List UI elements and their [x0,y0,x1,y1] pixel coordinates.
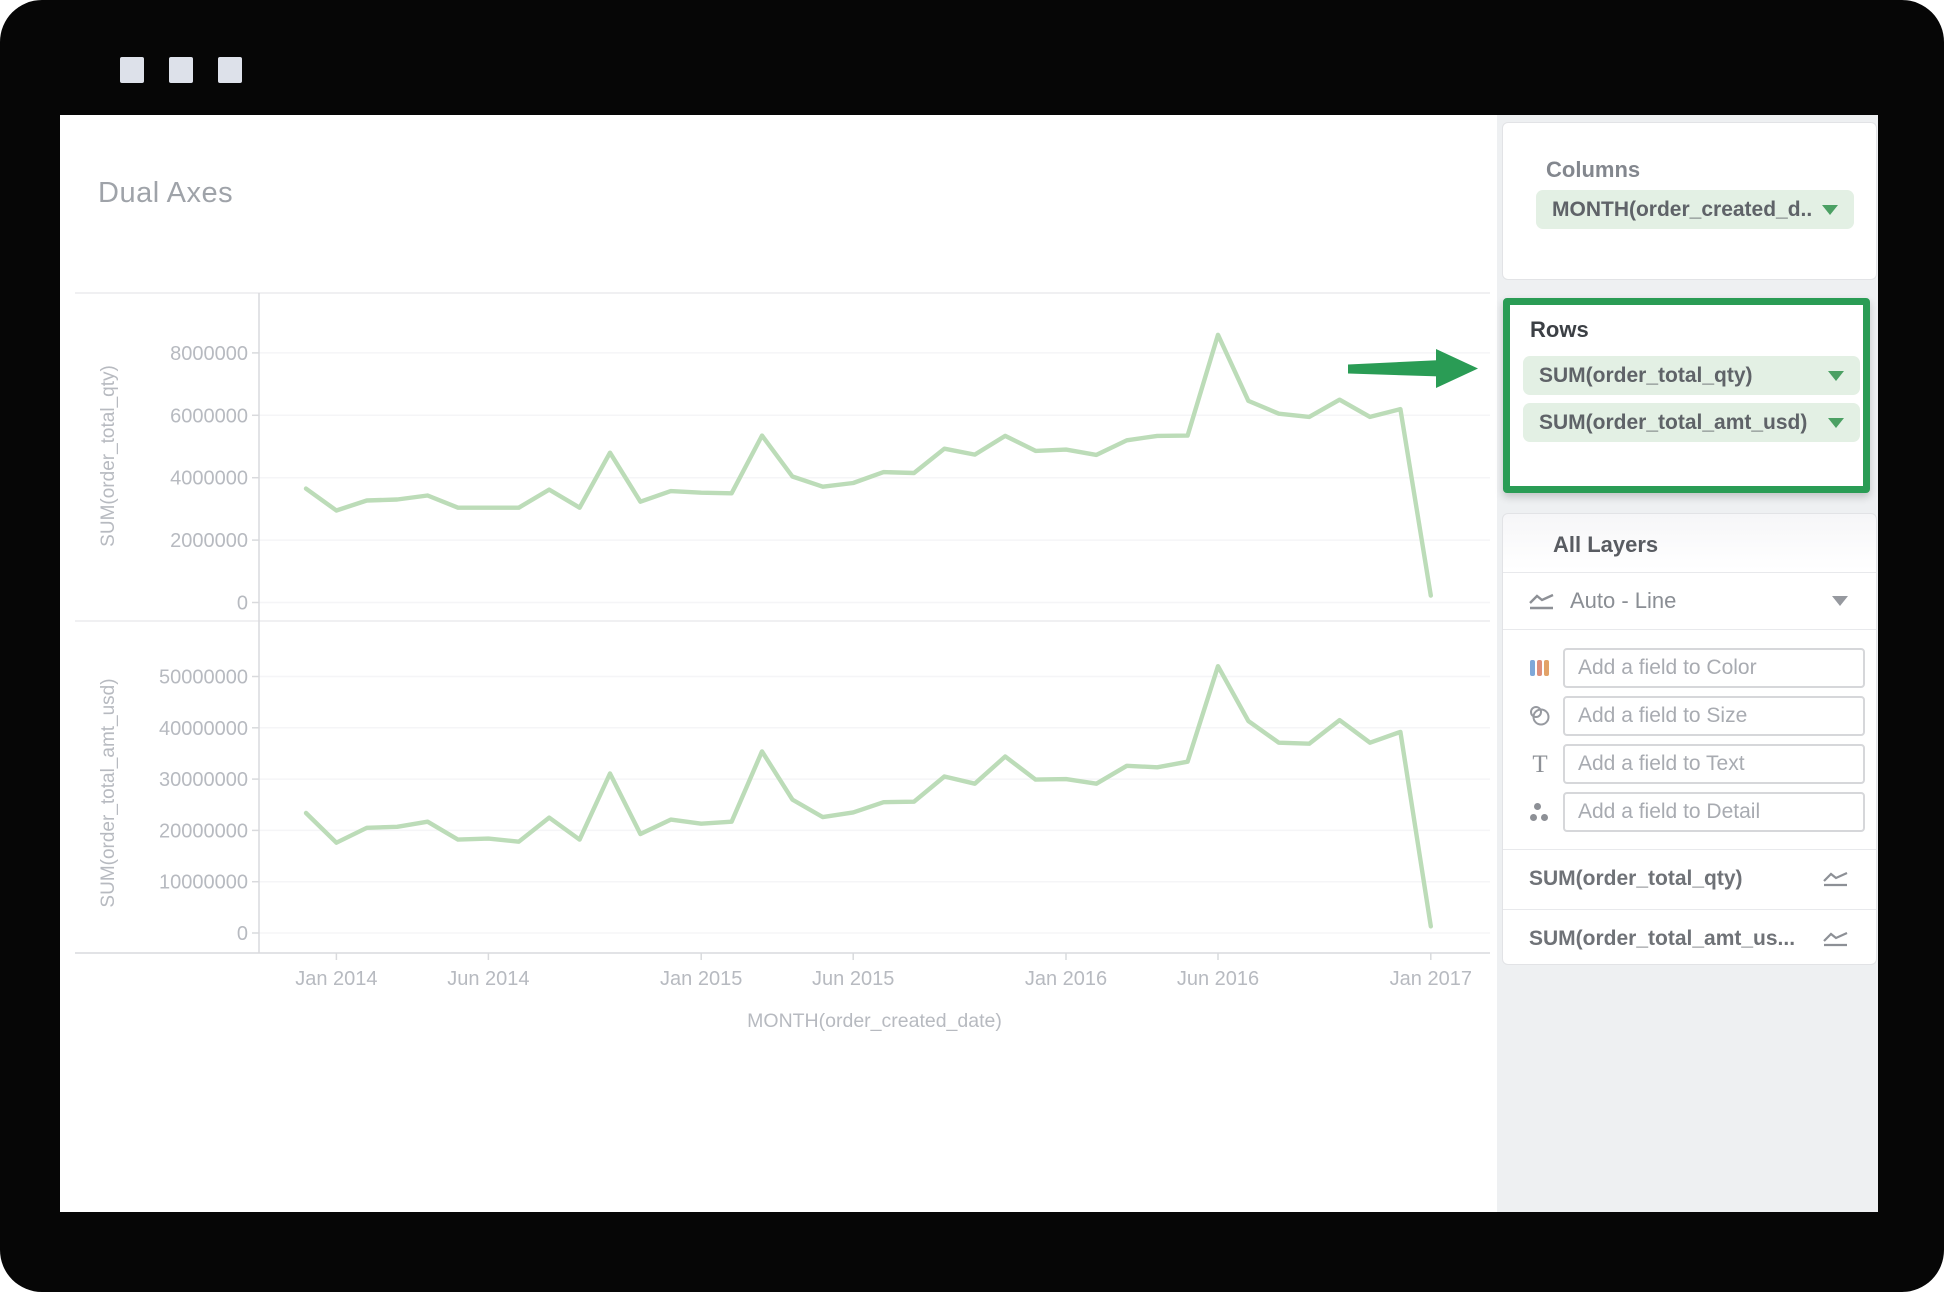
add-field-to-size-input[interactable] [1563,696,1865,736]
all-layers-panel: All Layers Auto - Line [1502,513,1877,965]
y-tick-label: 0 [237,923,248,945]
window-control-square-3[interactable] [218,57,242,83]
x-tick-label: Jun 2016 [1177,968,1259,990]
y-tick-label: 4000000 [170,468,248,490]
line-chart-icon[interactable] [1822,930,1850,948]
add-field-to-color-input[interactable] [1563,648,1865,688]
chevron-down-icon[interactable] [1832,596,1848,606]
detail-dots-icon [1525,802,1555,822]
window-control-square-2[interactable] [169,57,193,83]
all-layers-label: All Layers [1553,532,1658,558]
layer-type-value: Auto - Line [1570,588,1832,614]
pill-month-order-created-date[interactable]: MONTH(order_created_d... [1536,190,1854,229]
line-chart-icon [1528,592,1556,610]
rows-shelf-label: Rows [1530,317,1589,343]
screenshot-stage: Dual Axes 02000000400000060000008000000S… [0,0,1944,1292]
size-field-row [1503,696,1876,736]
x-tick-label: Jan 2014 [295,968,377,990]
y-axis-title: SUM(order_total_amt_usd) [98,678,119,907]
y-tick-label: 40000000 [159,718,248,740]
x-tick-label: Jun 2014 [447,968,529,990]
x-tick-label: Jun 2015 [812,968,894,990]
shelf-sidebar: Columns MONTH(order_created_d... Rows SU… [1497,115,1878,1212]
annotation-arrow-tail [1348,360,1442,377]
measure-label: SUM(order_total_qty) [1529,867,1822,891]
chevron-down-icon[interactable] [1828,371,1844,381]
window-frame: Dual Axes 02000000400000060000008000000S… [0,0,1944,1292]
dual-axes-chart[interactable]: 0 2000000 4000000 6000000 8000000 SUM(order_t… [60,115,1497,1212]
pill-label: SUM(order_total_amt_usd) [1539,411,1818,435]
add-field-to-text-input[interactable] [1563,744,1865,784]
x-tick-label: Jan 2017 [1390,968,1472,990]
detail-field-row [1503,792,1876,832]
text-icon: T [1525,752,1555,777]
add-field-to-detail-input[interactable] [1563,792,1865,832]
y-tick-label: 30000000 [159,769,248,791]
pill-sum-order-total-amt-usd[interactable]: SUM(order_total_amt_usd) [1523,403,1860,442]
color-field-row [1503,648,1876,688]
x-tick-label: Jan 2016 [1025,968,1107,990]
x-tick-label: Jan 2015 [660,968,742,990]
color-bars-icon [1525,658,1555,678]
y-tick-label: 50000000 [159,667,248,689]
chevron-down-icon[interactable] [1828,418,1844,428]
y-tick-label: 8000000 [170,343,248,365]
columns-shelf: Columns MONTH(order_created_d... [1502,122,1877,280]
y-tick-label: 20000000 [159,820,248,842]
chevron-down-icon[interactable] [1822,205,1838,215]
annotation-arrow-head [1436,349,1478,388]
y-tick-label: 10000000 [159,872,248,894]
pill-sum-order-total-qty[interactable]: SUM(order_total_qty) [1523,356,1860,395]
measure-row-amt-usd[interactable]: SUM(order_total_amt_us... [1503,909,1876,969]
window-control-square-1[interactable] [120,57,144,83]
y-tick-label: 6000000 [170,405,248,427]
pill-label: MONTH(order_created_d... [1552,198,1812,222]
y-axis-title: SUM(order_total_qty) [98,365,119,547]
y-tick-label: 2000000 [170,530,248,552]
app-content: Dual Axes 02000000400000060000008000000S… [60,115,1878,1212]
x-axis-title: MONTH(order_created_date) [747,1010,1002,1032]
line-chart-icon[interactable] [1822,870,1850,888]
measure-row-qty[interactable]: SUM(order_total_qty) [1503,849,1876,909]
text-field-row: T [1503,744,1876,784]
divider [1503,629,1876,630]
y-tick-label: 0 [237,593,248,615]
measure-label: SUM(order_total_amt_us... [1529,927,1822,951]
columns-shelf-label: Columns [1546,157,1640,183]
size-circles-icon [1525,705,1555,727]
layer-type-dropdown[interactable]: Auto - Line [1503,573,1876,629]
series-line-order-total-amt-usd[interactable] [306,666,1431,926]
pill-label: SUM(order_total_qty) [1539,364,1818,388]
series-line-order-total-qty[interactable] [306,335,1431,596]
rows-shelf-highlighted: Rows SUM(order_total_qty) SUM(order_tota… [1503,298,1870,493]
